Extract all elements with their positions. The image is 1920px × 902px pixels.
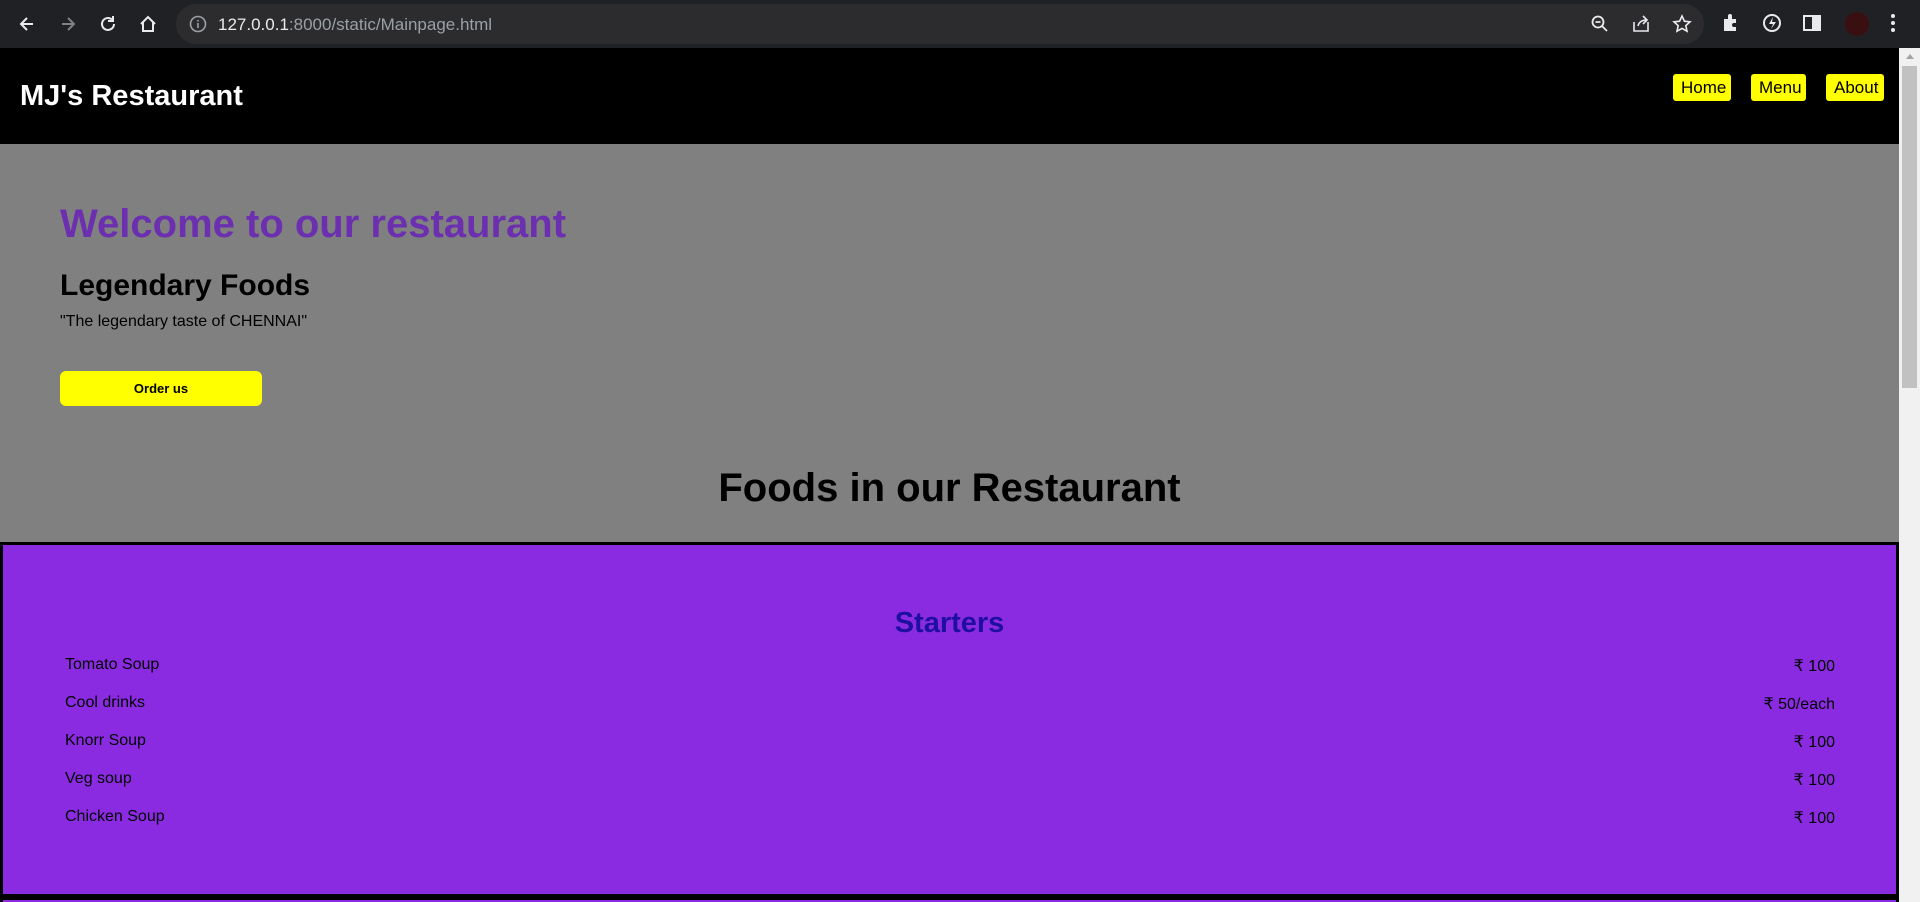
url-text[interactable]: 127.0.0.1:8000/static/Mainpage.html <box>218 15 492 35</box>
side-panel-icon[interactable] <box>1801 12 1823 34</box>
nav-about-link[interactable]: About <box>1826 74 1884 101</box>
hero-quote: "The legendary taste of CHENNAI" <box>60 313 308 330</box>
scroll-up-arrow-icon[interactable] <box>1906 54 1914 59</box>
menu-item-name: Knorr Soup <box>65 732 146 749</box>
menu-item-price: ₹ 100 <box>1793 734 1835 751</box>
starters-menu-card: Starters Tomato Soup ₹ 100 Cool drinks ₹… <box>0 542 1899 897</box>
order-button[interactable]: Order us <box>60 371 262 406</box>
brand-title: MJ's Restaurant <box>20 80 243 112</box>
menu-item-price: ₹ 100 <box>1793 658 1835 675</box>
menu-item-row: Cool drinks ₹ 50/each <box>65 694 1835 714</box>
scrollbar-thumb[interactable] <box>1902 66 1917 388</box>
hero-title: Welcome to our restaurant <box>60 202 567 246</box>
browser-toolbar: 127.0.0.1:8000/static/Mainpage.html <box>0 0 1920 48</box>
profile-avatar[interactable] <box>1845 12 1869 36</box>
performance-icon[interactable] <box>1761 12 1783 34</box>
page-viewport: MJ's Restaurant Home Menu About Welcome … <box>0 48 1899 902</box>
reload-icon[interactable] <box>93 9 123 39</box>
home-icon[interactable] <box>133 9 163 39</box>
menu-item-row: Veg soup ₹ 100 <box>65 770 1835 790</box>
extensions-icon[interactable] <box>1720 12 1742 34</box>
back-icon[interactable] <box>12 9 42 39</box>
menu-item-name: Veg soup <box>65 770 132 787</box>
hero-subtitle: Legendary Foods <box>60 269 311 302</box>
menu-item-row: Knorr Soup ₹ 100 <box>65 732 1835 752</box>
starters-heading: Starters <box>894 607 1005 639</box>
menu-item-row: Chicken Soup ₹ 100 <box>65 808 1835 828</box>
menu-item-name: Tomato Soup <box>65 656 160 673</box>
more-menu-icon[interactable] <box>1882 12 1904 34</box>
menu-item-price: ₹ 100 <box>1793 772 1835 789</box>
menu-item-name: Cool drinks <box>65 694 146 711</box>
zoom-icon[interactable] <box>1590 14 1610 34</box>
forward-icon[interactable] <box>53 9 83 39</box>
share-icon[interactable] <box>1631 14 1651 34</box>
address-bar[interactable]: 127.0.0.1:8000/static/Mainpage.html <box>176 4 1704 44</box>
nav-home-link[interactable]: Home <box>1673 74 1731 101</box>
nav-menu-link[interactable]: Menu <box>1751 74 1806 101</box>
bookmark-star-icon[interactable] <box>1672 14 1692 34</box>
url-host: 127.0.0.1 <box>218 15 289 34</box>
site-info-icon[interactable] <box>188 14 208 34</box>
page-scrollbar[interactable] <box>1899 48 1920 902</box>
menu-item-price: ₹ 100 <box>1793 810 1835 827</box>
site-header: MJ's Restaurant Home Menu About <box>0 48 1899 144</box>
menu-item-row: Tomato Soup ₹ 100 <box>65 656 1835 676</box>
url-path: :8000/static/Mainpage.html <box>288 15 493 34</box>
next-menu-card <box>0 897 1899 902</box>
menu-item-price: ₹ 50/each <box>1763 696 1835 713</box>
menu-item-name: Chicken Soup <box>65 808 165 825</box>
foods-section-title: Foods in our Restaurant <box>718 466 1181 510</box>
